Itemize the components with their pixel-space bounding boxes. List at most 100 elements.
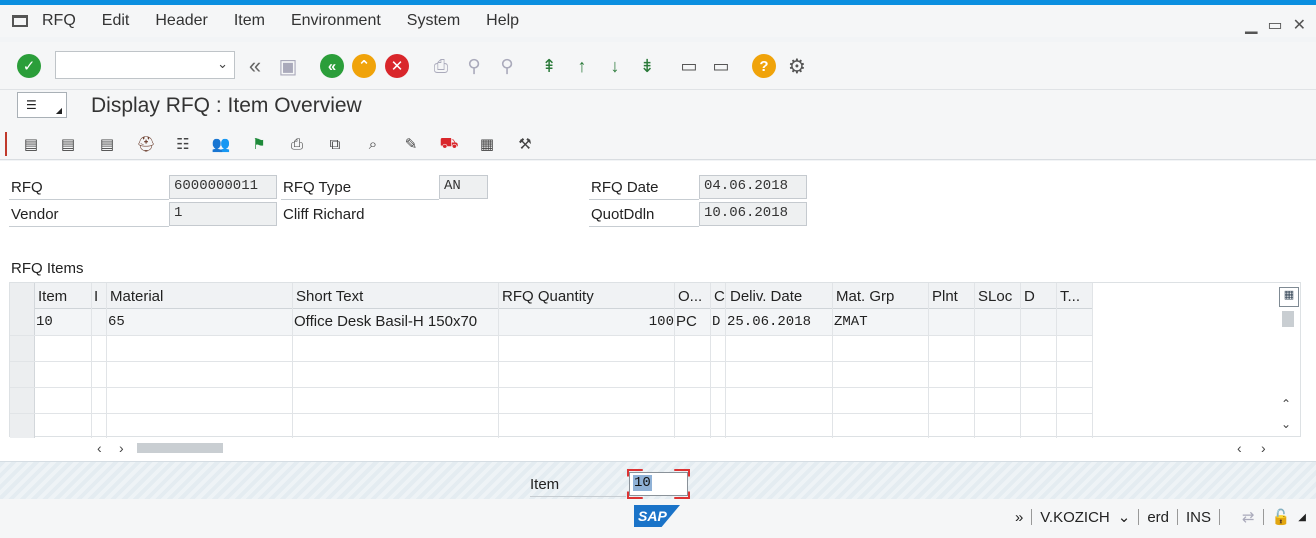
col-header-short-text[interactable]: Short Text	[296, 288, 496, 305]
col-header-delivery-date[interactable]: Deliv. Date	[730, 288, 830, 305]
chevron-down-icon[interactable]: ⌄	[1118, 508, 1131, 526]
items-table: Item I Material Short Text RFQ Quantity …	[9, 282, 1301, 438]
help-icon[interactable]: ?	[751, 53, 777, 79]
col-header-t[interactable]: T...	[1060, 288, 1092, 305]
title-area: ☰ ◢ Display RFQ : Item Overview	[0, 90, 1316, 128]
menu-toggle-icon[interactable]	[12, 15, 28, 27]
scroll-right-icon[interactable]: ›	[1261, 440, 1266, 456]
col-header-c[interactable]: C	[714, 288, 726, 305]
vertical-scrollbar[interactable]: ▦ ⌃ ⌄	[1279, 283, 1301, 438]
col-header-material-group[interactable]: Mat. Grp	[836, 288, 926, 305]
menu-item-environment[interactable]: Environment	[291, 12, 381, 30]
first-page-icon[interactable]: ⇞	[536, 53, 562, 79]
cell-material[interactable]: 65	[108, 314, 125, 330]
transfer-icon: ⇄	[1242, 509, 1255, 526]
item-entry-label: Item	[530, 476, 560, 493]
dropdown-corner-icon: ◢	[55, 106, 62, 115]
scroll-down-icon[interactable]: ⌄	[1281, 417, 1291, 431]
close-icon[interactable]: ✕	[1293, 15, 1306, 35]
minimize-icon[interactable]: ▁	[1245, 15, 1257, 35]
item-entry-value: 10	[633, 475, 652, 491]
status-user[interactable]: V.KOZICH	[1040, 509, 1109, 526]
cell-delivery-date[interactable]: 25.06.2018	[727, 314, 811, 330]
scroll-thumb[interactable]	[1282, 311, 1294, 327]
print-preview-icon[interactable]: ⎙	[286, 133, 308, 155]
horizontal-scrollbar[interactable]: ‹ › ‹ ›	[9, 438, 1301, 458]
shortcut-icon[interactable]: ▭	[708, 53, 734, 79]
hscroll-thumb[interactable]	[137, 443, 223, 453]
back-double-chevron-icon[interactable]: «	[242, 53, 268, 79]
enter-checkmark-icon[interactable]: ✓	[16, 53, 42, 79]
cell-order-unit[interactable]: PC	[676, 313, 697, 330]
cell-rfq-quantity[interactable]: 100	[500, 314, 674, 330]
menu-item-item[interactable]: Item	[234, 12, 265, 30]
scroll-left-icon[interactable]: ‹	[1237, 440, 1242, 456]
item-entry-input[interactable]: 10	[629, 472, 688, 496]
item-details-icon[interactable]: ▤	[20, 133, 42, 155]
cell-short-text[interactable]: Office Desk Basil-H 150x70	[294, 313, 477, 330]
cell-material-group[interactable]: ZMAT	[834, 314, 868, 330]
sap-logo: SAP	[634, 505, 680, 527]
scroll-right-icon[interactable]: ›	[119, 440, 124, 456]
print-icon[interactable]: ⎙	[428, 53, 454, 79]
rfq-type-field[interactable]: AN	[439, 175, 488, 199]
settings-gear-icon[interactable]: ⚙	[784, 53, 810, 79]
rfq-date-field[interactable]: 04.06.2018	[699, 175, 807, 199]
command-field[interactable]: ⌄	[55, 51, 235, 79]
vendor-field[interactable]: 1	[169, 202, 277, 226]
col-header-item-category[interactable]: I	[94, 288, 106, 305]
status-mode[interactable]: INS	[1186, 509, 1211, 526]
scroll-left-icon[interactable]: ‹	[97, 440, 102, 456]
previous-page-icon[interactable]: ↑	[569, 53, 595, 79]
menu-item-edit[interactable]: Edit	[102, 12, 130, 30]
last-page-icon[interactable]: ⇟	[634, 53, 660, 79]
col-header-plant[interactable]: Plnt	[932, 288, 974, 305]
rfq-date-label: RFQ Date	[591, 179, 659, 196]
col-header-rfq-quantity[interactable]: RFQ Quantity	[502, 288, 672, 305]
next-page-icon[interactable]: ↓	[602, 53, 628, 79]
cell-c[interactable]: D	[712, 314, 720, 330]
structure-icon[interactable]: ☷	[172, 133, 194, 155]
rfq-number-field[interactable]: 6000000011	[169, 175, 277, 199]
column-settings-icon[interactable]: ▦	[1279, 287, 1299, 307]
col-header-material[interactable]: Material	[110, 288, 290, 305]
menu-item-header[interactable]: Header	[155, 12, 207, 30]
menu-item-rfq[interactable]: RFQ	[42, 12, 76, 30]
back-icon[interactable]: «	[319, 53, 345, 79]
cell-item[interactable]: 10	[36, 314, 53, 330]
status-bar: SAP » V.KOZICH ⌄ erd INS ⇄ 🔓 ◢	[0, 499, 1316, 538]
menu-item-system[interactable]: System	[407, 12, 460, 30]
menu-item-help[interactable]: Help	[486, 12, 519, 30]
col-header-order-unit[interactable]: O...	[678, 288, 710, 305]
menu-button[interactable]: ☰ ◢	[17, 92, 67, 118]
quot-deadline-label: QuotDdln	[591, 206, 655, 223]
vendor-hat-icon[interactable]: ⛑	[135, 133, 157, 155]
conditions-icon[interactable]: ⌕	[362, 133, 384, 155]
header-details-icon[interactable]: ▤	[57, 133, 79, 155]
page-title: Display RFQ : Item Overview	[91, 94, 362, 117]
flag-icon[interactable]: ⚑	[248, 133, 270, 155]
exit-icon[interactable]: ⌃	[351, 53, 377, 79]
schedule-calendar-icon[interactable]: ▦	[476, 133, 498, 155]
save-icon[interactable]: ▣	[275, 53, 301, 79]
cancel-icon[interactable]: ✕	[384, 53, 410, 79]
col-header-item[interactable]: Item	[38, 288, 90, 305]
additional-data-icon[interactable]: ✎	[400, 133, 422, 155]
services-icon[interactable]: ⚒	[514, 133, 536, 155]
partners-icon[interactable]: 👥	[210, 133, 232, 155]
unlock-icon[interactable]: 🔓	[1272, 508, 1291, 526]
delivery-truck-icon[interactable]: ⛟	[438, 133, 460, 155]
maximize-icon[interactable]: ▭	[1267, 15, 1282, 35]
find-next-icon[interactable]: ⚲	[494, 53, 520, 79]
chevron-down-icon[interactable]: ⌄	[217, 56, 228, 72]
texts-icon[interactable]: ▤	[96, 133, 118, 155]
components-icon[interactable]: ⧉	[324, 133, 346, 155]
status-expand-icon[interactable]: »	[1015, 509, 1023, 526]
scroll-up-icon[interactable]: ⌃	[1281, 397, 1291, 411]
find-icon[interactable]: ⚲	[461, 53, 487, 79]
rfq-type-label: RFQ Type	[283, 179, 352, 196]
col-header-storage-location[interactable]: SLoc	[978, 288, 1020, 305]
create-session-icon[interactable]: ▭	[676, 53, 702, 79]
quot-deadline-field[interactable]: 10.06.2018	[699, 202, 807, 226]
col-header-d[interactable]: D	[1024, 288, 1056, 305]
